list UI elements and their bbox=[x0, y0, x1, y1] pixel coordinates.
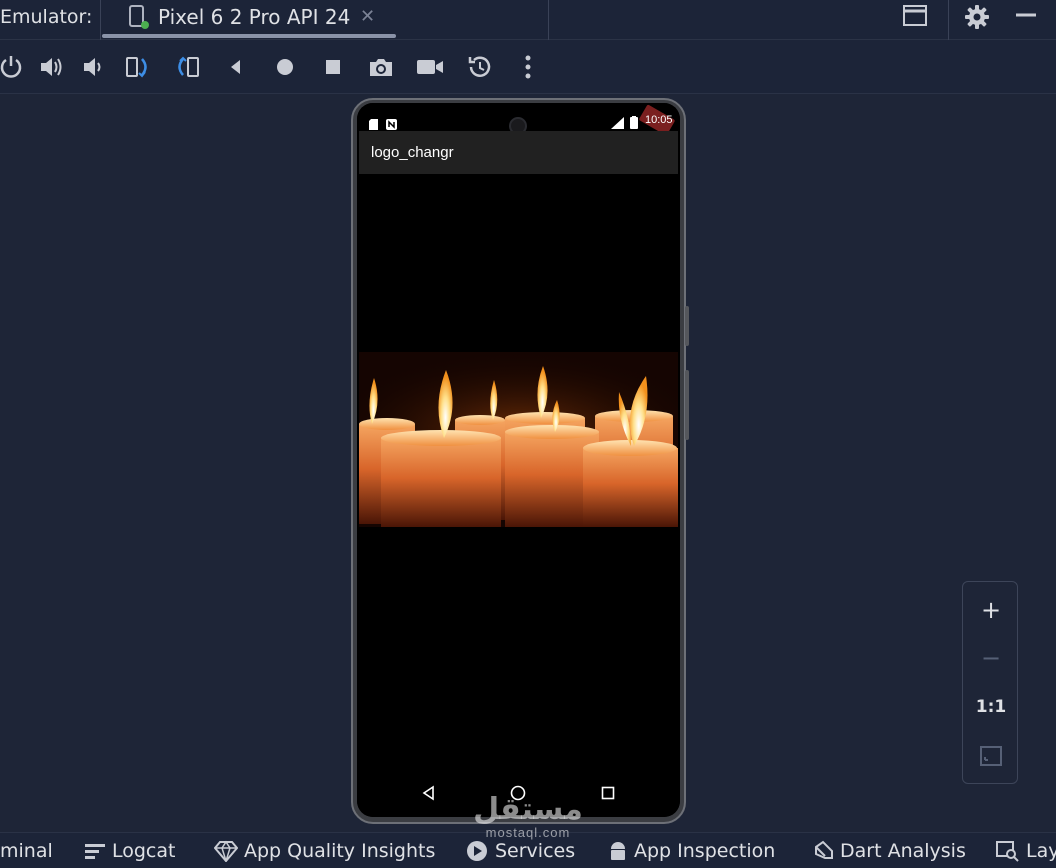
android-icon bbox=[611, 842, 625, 860]
volume-up-icon[interactable] bbox=[37, 52, 67, 82]
logcat-label: Logcat bbox=[112, 840, 176, 862]
watermark-latin: mostaql.com bbox=[485, 825, 571, 840]
emulator-titlebar: Emulator: Pixel 6 2 Pro API 24 ✕ bbox=[0, 0, 1056, 40]
nav-overview-icon[interactable] bbox=[594, 779, 622, 807]
device-screen[interactable]: 10:05 logo_changr bbox=[357, 103, 680, 817]
app-title: logo_changr bbox=[371, 144, 454, 161]
snapshot-icon[interactable] bbox=[465, 52, 495, 82]
gear-icon[interactable] bbox=[962, 2, 992, 36]
minimize-icon[interactable] bbox=[1012, 2, 1040, 34]
nav-back-icon[interactable] bbox=[415, 779, 443, 807]
layout-label: Lay bbox=[1026, 840, 1056, 862]
tab-active-indicator bbox=[102, 34, 396, 38]
tab-pixel-device[interactable]: Pixel 6 2 Pro API 24 ✕ bbox=[102, 0, 396, 40]
terminal-tab[interactable]: minal bbox=[0, 839, 53, 863]
services-label: Services bbox=[495, 840, 576, 862]
rotate-right-icon[interactable] bbox=[172, 52, 202, 82]
screenshot-icon[interactable] bbox=[366, 52, 396, 82]
app-quality-label: App Quality Insights bbox=[244, 840, 436, 862]
watermark-logo: مستقل mostaql.com bbox=[462, 792, 594, 841]
logcat-icon bbox=[85, 844, 105, 859]
diamond-icon bbox=[214, 840, 238, 862]
more-icon[interactable] bbox=[513, 52, 543, 82]
screen-record-icon[interactable] bbox=[415, 52, 445, 82]
volume-down-icon[interactable] bbox=[78, 52, 108, 82]
emulator-label: Emulator: bbox=[0, 6, 93, 28]
tab-title: Pixel 6 2 Pro API 24 bbox=[158, 5, 351, 29]
dart-icon bbox=[815, 840, 833, 859]
services-icon bbox=[467, 841, 487, 861]
dart-analysis-tab[interactable]: Dart Analysis bbox=[812, 839, 966, 863]
app-content bbox=[359, 174, 678, 774]
layout-inspector-icon bbox=[996, 841, 1019, 862]
device-side-button[interactable] bbox=[685, 306, 689, 346]
app-quality-insights-tab[interactable]: App Quality Insights bbox=[214, 839, 435, 863]
logcat-tab[interactable]: Logcat bbox=[84, 839, 175, 863]
separator bbox=[548, 0, 549, 40]
app-bar: logo_changr bbox=[359, 131, 678, 174]
zoom-controls: + − 1:1 bbox=[962, 581, 1018, 784]
actual-size-button[interactable]: 1:1 bbox=[963, 687, 1019, 727]
terminal-label: minal bbox=[0, 840, 53, 862]
emulator-toolbar bbox=[0, 40, 1056, 94]
fit-screen-icon[interactable] bbox=[963, 736, 1019, 776]
device-side-button[interactable] bbox=[685, 370, 689, 440]
home-icon[interactable] bbox=[270, 52, 300, 82]
app-inspection-tab[interactable]: App Inspection bbox=[608, 839, 775, 863]
status-bar: 10:05 bbox=[357, 103, 680, 136]
close-icon[interactable]: ✕ bbox=[360, 6, 375, 27]
layout-inspector-tab[interactable]: Lay bbox=[996, 839, 1056, 863]
back-icon[interactable] bbox=[221, 52, 251, 82]
status-time: 10:05 bbox=[645, 114, 673, 126]
watermark-arabic: مستقل bbox=[473, 792, 583, 827]
overview-icon[interactable] bbox=[318, 52, 348, 82]
power-icon[interactable] bbox=[0, 52, 26, 82]
dart-analysis-label: Dart Analysis bbox=[840, 840, 966, 862]
rotate-left-icon[interactable] bbox=[123, 52, 153, 82]
window-maximize-icon[interactable] bbox=[901, 2, 929, 34]
zoom-out-button[interactable]: − bbox=[963, 638, 1019, 678]
separator bbox=[948, 0, 949, 40]
app-inspection-label: App Inspection bbox=[634, 840, 776, 862]
device-icon bbox=[128, 4, 152, 36]
services-tab[interactable]: Services bbox=[465, 839, 575, 863]
zoom-in-button[interactable]: + bbox=[963, 590, 1019, 630]
separator bbox=[100, 0, 101, 40]
candles-image bbox=[359, 352, 678, 527]
